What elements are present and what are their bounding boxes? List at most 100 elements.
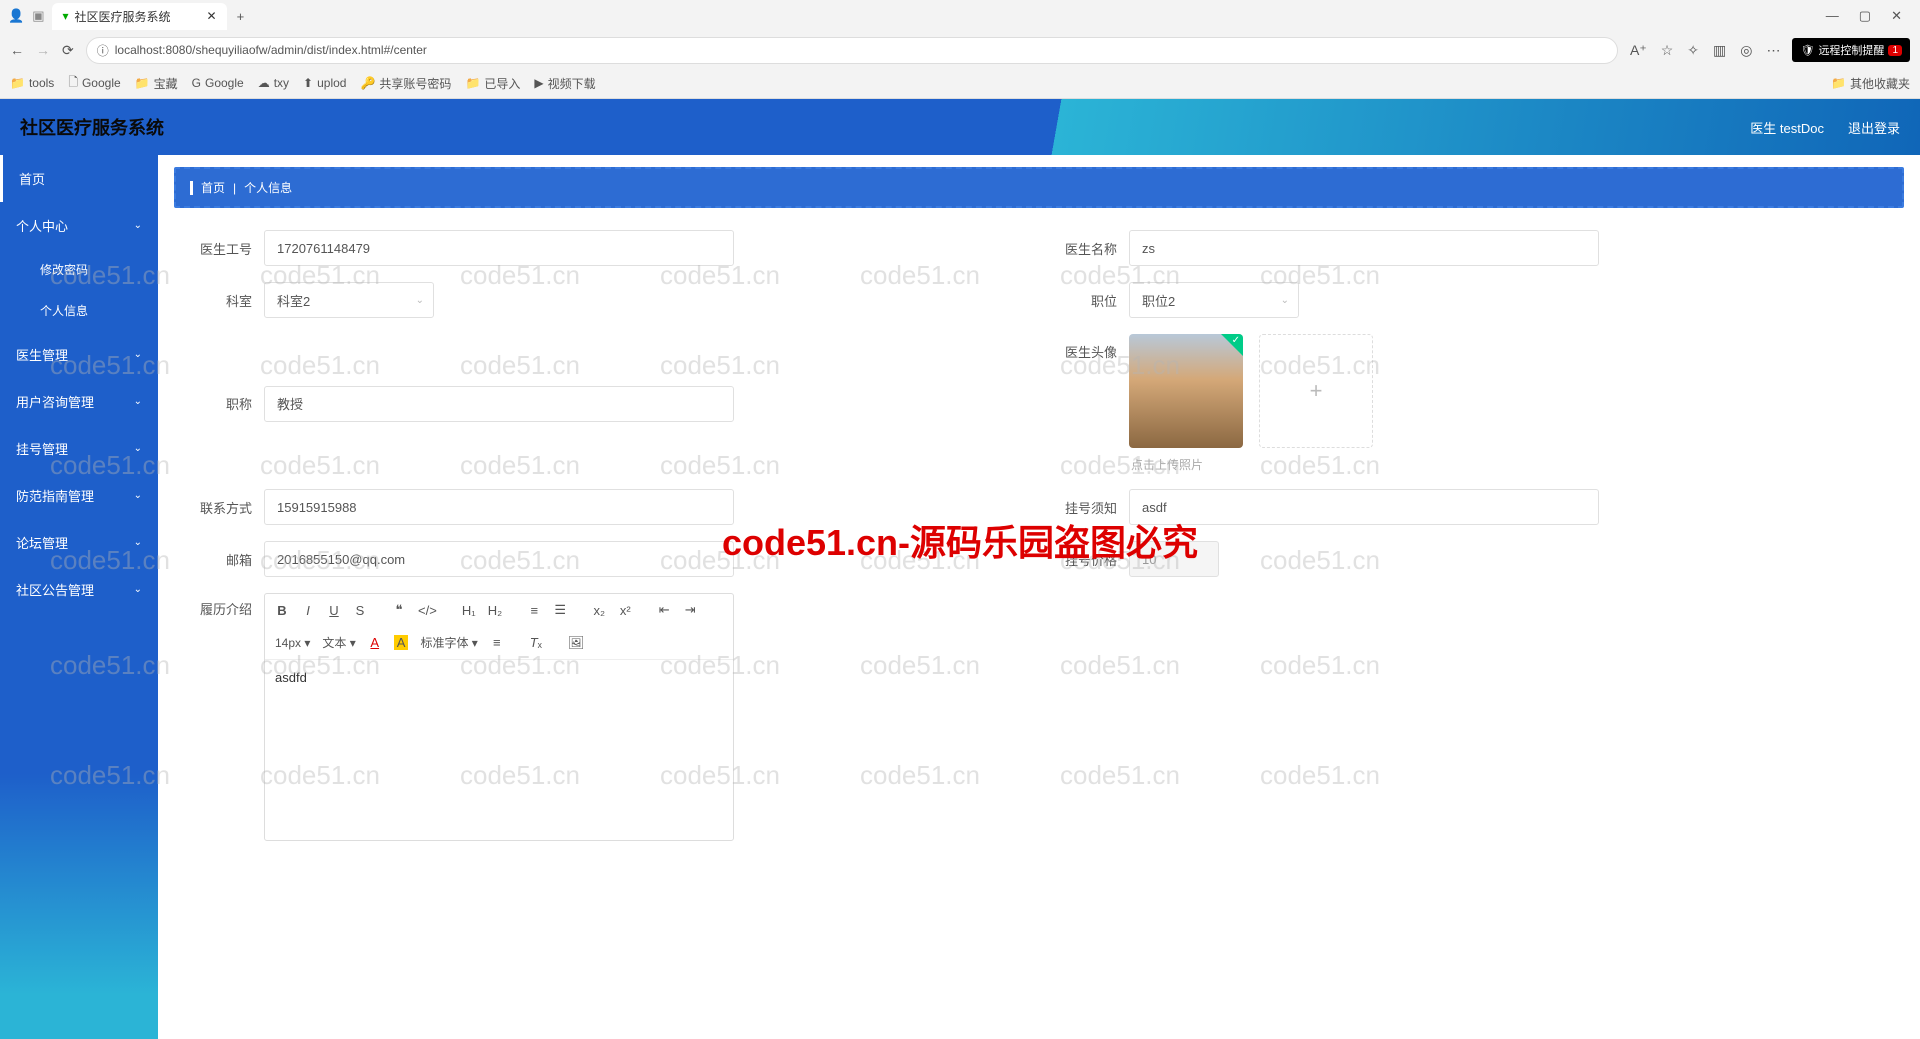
- main-content: 首页 | 个人信息 医生工号 医生名称 科室: [158, 155, 1920, 1039]
- avatar-thumbnail[interactable]: ✓: [1129, 334, 1243, 448]
- bookmark-item[interactable]: G Google: [192, 76, 244, 90]
- quote-icon[interactable]: ❝: [392, 602, 406, 618]
- info-icon: ⓘ: [97, 42, 109, 59]
- close-icon[interactable]: ✕: [207, 9, 217, 23]
- bookmark-overflow[interactable]: 📁其他收藏夹: [1831, 75, 1910, 92]
- bookmarks-bar: 📁tools 🗋 Google 📁宝藏 G Google ☁ txy ⬆ upl…: [0, 68, 1920, 98]
- sidebar: 首页 个人中心 ⌄ 修改密码 个人信息 医生管理 ⌄ 用户咨询管理 ⌄ 挂号管理…: [0, 155, 158, 1039]
- label-notice: 挂号须知: [1039, 498, 1129, 517]
- text-type-select[interactable]: 文本 ▾: [322, 634, 355, 651]
- sidebar-item-announce-mgmt[interactable]: 社区公告管理 ⌄: [0, 566, 158, 613]
- sidebar-item-register-mgmt[interactable]: 挂号管理 ⌄: [0, 425, 158, 472]
- clear-format-icon[interactable]: Tₓ: [529, 635, 543, 650]
- label-title: 职称: [174, 394, 264, 413]
- remote-control-badge[interactable]: 🛡 远程控制提醒 1: [1792, 38, 1910, 62]
- bookmark-item[interactable]: 🗋 Google: [68, 73, 120, 94]
- forward-button[interactable]: →: [36, 42, 50, 58]
- bookmark-item[interactable]: ⬆ uplod: [303, 76, 346, 90]
- sidebar-item-doctor-mgmt[interactable]: 医生管理 ⌄: [0, 331, 158, 378]
- sidebar-item-forum-mgmt[interactable]: 论坛管理 ⌄: [0, 519, 158, 566]
- close-window-button[interactable]: ✕: [1891, 8, 1902, 24]
- label-position: 职位: [1039, 291, 1129, 310]
- image-icon[interactable]: 🖼: [568, 635, 585, 651]
- menu-icon[interactable]: ⋯: [1766, 42, 1780, 59]
- sidebar-sub-change-password[interactable]: 修改密码: [0, 249, 158, 290]
- sidebar-item-consult-mgmt[interactable]: 用户咨询管理 ⌄: [0, 378, 158, 425]
- indent-icon[interactable]: ⇤: [657, 602, 671, 618]
- bg-color-icon[interactable]: A: [394, 635, 409, 650]
- label-avatar: 医生头像: [1039, 334, 1129, 361]
- breadcrumb-current: 个人信息: [244, 179, 292, 196]
- outdent-icon[interactable]: ⇥: [683, 602, 697, 618]
- profile-icon[interactable]: ◎: [1740, 42, 1752, 59]
- unordered-list-icon[interactable]: ☰: [553, 602, 567, 618]
- input-email[interactable]: [264, 541, 734, 577]
- input-doctor-name[interactable]: [1129, 230, 1599, 266]
- bold-icon[interactable]: B: [275, 603, 289, 618]
- superscript-icon[interactable]: x²: [618, 603, 632, 618]
- input-doctor-id[interactable]: [264, 230, 734, 266]
- chevron-down-icon: ⌄: [134, 443, 142, 454]
- subscript-icon[interactable]: x₂: [592, 603, 606, 618]
- align-icon[interactable]: ≡: [490, 635, 504, 650]
- select-position[interactable]: [1129, 282, 1299, 318]
- h2-icon[interactable]: H₂: [488, 603, 502, 618]
- refresh-button[interactable]: ⟳: [62, 42, 74, 59]
- input-phone[interactable]: [264, 489, 734, 525]
- chevron-down-icon: ⌄: [134, 537, 142, 548]
- input-title[interactable]: [264, 386, 734, 422]
- sidebar-home[interactable]: 首页: [0, 155, 158, 202]
- sidebar-item-guide-mgmt[interactable]: 防范指南管理 ⌄: [0, 472, 158, 519]
- reader-icon[interactable]: A⁺: [1630, 42, 1647, 59]
- back-button[interactable]: ←: [10, 42, 24, 58]
- sidebar-sub-personal-info[interactable]: 个人信息: [0, 290, 158, 331]
- browser-tab[interactable]: ▾ 社区医疗服务系统 ✕: [52, 3, 226, 30]
- h1-icon[interactable]: H₁: [462, 603, 476, 618]
- bookmark-item[interactable]: 📁已导入: [465, 75, 520, 92]
- tab-title: 社区医疗服务系统: [75, 8, 171, 25]
- code-icon[interactable]: </>: [418, 603, 437, 618]
- strike-icon[interactable]: S: [353, 603, 367, 618]
- upload-hint: 点击上传照片: [1131, 456, 1373, 473]
- bookmark-item[interactable]: 📁tools: [10, 76, 54, 90]
- check-icon: ✓: [1232, 335, 1240, 346]
- chevron-down-icon: ⌄: [134, 349, 142, 360]
- label-department: 科室: [174, 291, 264, 310]
- favorite-icon[interactable]: ☆: [1661, 42, 1674, 59]
- bookmark-item[interactable]: ▶ 视频下载: [534, 75, 595, 92]
- input-notice[interactable]: [1129, 489, 1599, 525]
- sidebar-item-personal[interactable]: 个人中心 ⌄: [0, 202, 158, 249]
- label-doctor-name: 医生名称: [1039, 239, 1129, 258]
- bookmark-item[interactable]: ☁ txy: [258, 76, 289, 90]
- font-size-select[interactable]: 14px ▾: [275, 636, 310, 650]
- underline-icon[interactable]: U: [327, 603, 341, 618]
- input-price: [1129, 541, 1219, 577]
- text-color-icon[interactable]: A: [368, 635, 382, 650]
- collections-icon[interactable]: ▥: [1713, 42, 1726, 59]
- new-tab-button[interactable]: +: [227, 9, 255, 24]
- ordered-list-icon[interactable]: ≡: [527, 603, 541, 618]
- label-email: 邮箱: [174, 550, 264, 569]
- chevron-down-icon: ⌄: [134, 584, 142, 595]
- bookmark-item[interactable]: 📁宝藏: [135, 75, 178, 92]
- select-department[interactable]: [264, 282, 434, 318]
- label-resume: 履历介绍: [174, 593, 264, 618]
- logout-link[interactable]: 退出登录: [1848, 118, 1900, 137]
- bookmark-item[interactable]: 🔑 共享账号密码: [360, 75, 451, 92]
- chevron-down-icon: ⌄: [134, 396, 142, 407]
- address-bar[interactable]: ⓘ localhost:8080/shequyiliaofw/admin/dis…: [86, 37, 1618, 64]
- tab-favicon: ▾: [62, 9, 68, 23]
- user-label[interactable]: 医生 testDoc: [1750, 118, 1824, 137]
- label-doctor-id: 医生工号: [174, 239, 264, 258]
- minimize-button[interactable]: —: [1826, 8, 1839, 24]
- label-phone: 联系方式: [174, 498, 264, 517]
- avatar-add-button[interactable]: +: [1259, 334, 1373, 448]
- app-title: 社区医疗服务系统: [20, 114, 164, 140]
- font-family-select[interactable]: 标准字体 ▾: [420, 634, 477, 651]
- italic-icon[interactable]: I: [301, 603, 315, 618]
- chevron-down-icon: ⌄: [134, 490, 142, 501]
- breadcrumb-root[interactable]: 首页: [201, 179, 225, 196]
- editor-content[interactable]: asdfd: [265, 660, 733, 840]
- extensions-icon[interactable]: ✧: [1687, 42, 1699, 59]
- maximize-button[interactable]: ▢: [1859, 8, 1871, 24]
